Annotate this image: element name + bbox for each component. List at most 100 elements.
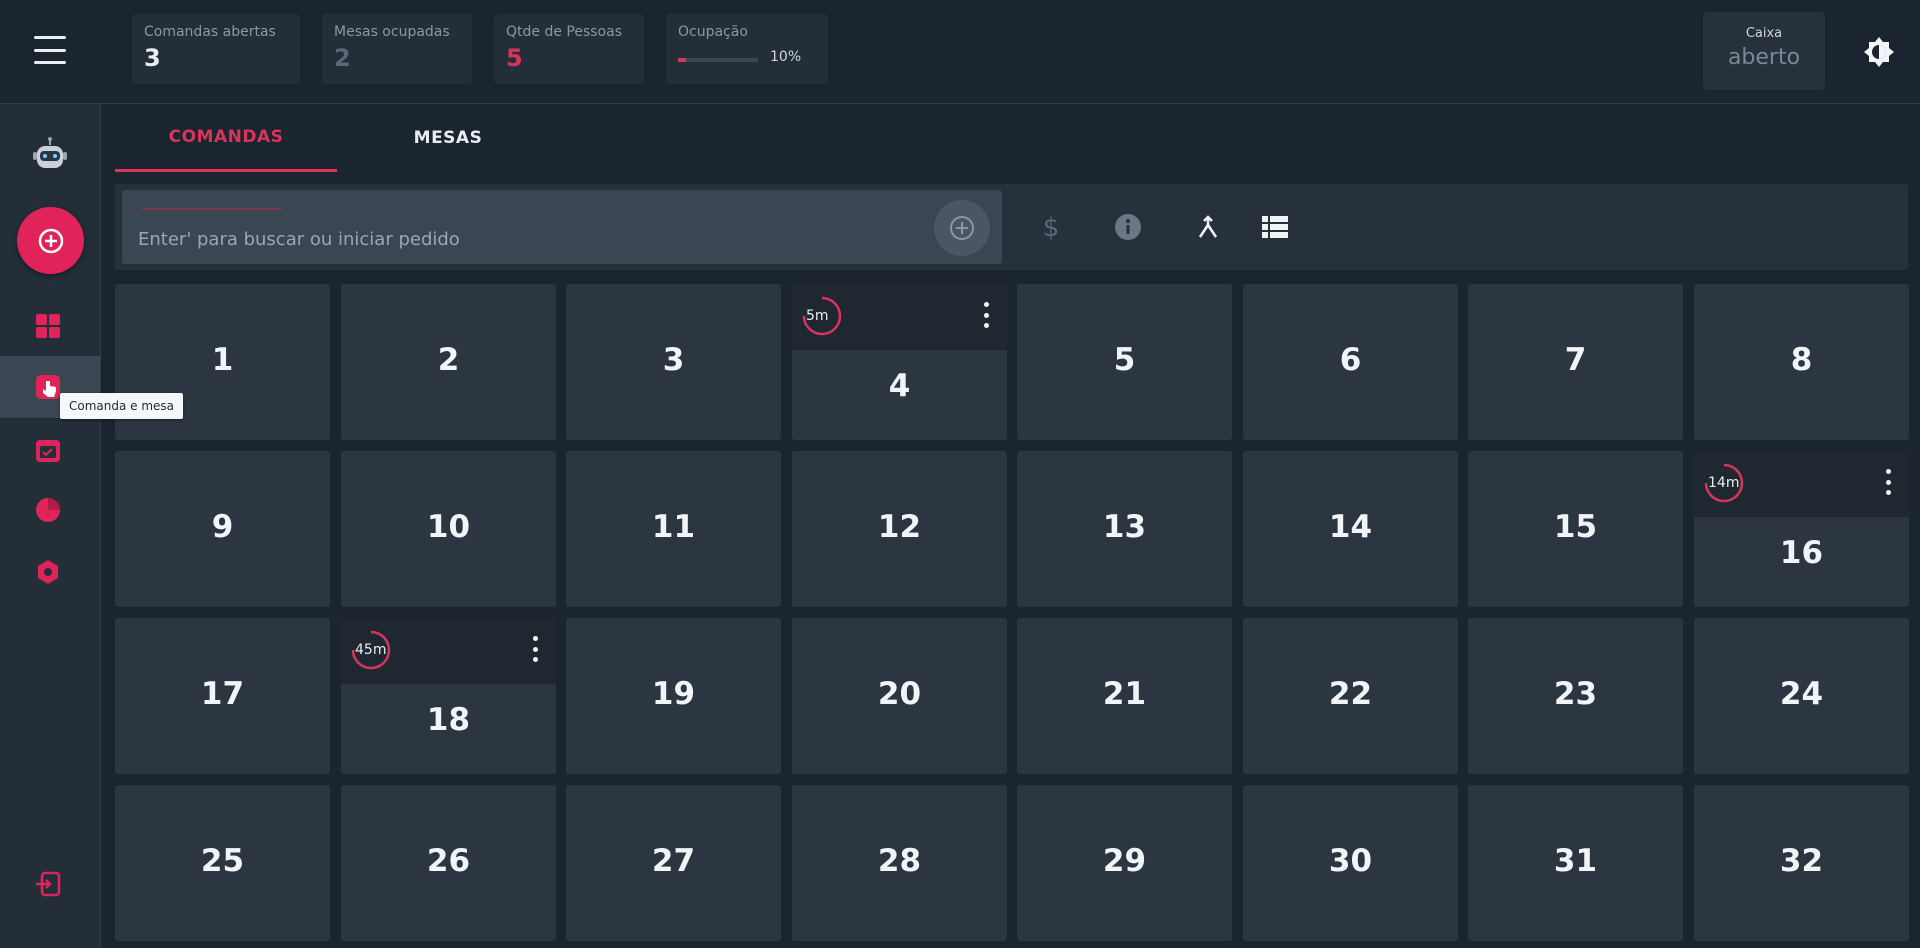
comanda-number: 21 xyxy=(1102,676,1147,712)
comanda-number: 1 xyxy=(211,342,234,378)
top-bar: Comandas abertas 3 Mesas ocupadas 2 Qtde… xyxy=(0,0,1920,104)
tab-mesas[interactable]: MESAS xyxy=(337,104,559,172)
comanda-card[interactable]: 27 xyxy=(566,785,781,941)
stat-label: Ocupação xyxy=(678,24,748,40)
comanda-card-header: 5m xyxy=(792,284,1007,350)
merge-icon[interactable] xyxy=(1193,212,1223,242)
search-add-button[interactable] xyxy=(934,200,990,256)
comanda-card[interactable]: 23 xyxy=(1468,618,1683,774)
theme-toggle-icon[interactable] xyxy=(1863,36,1895,68)
dashboard-icon[interactable] xyxy=(32,310,64,342)
more-options-icon[interactable] xyxy=(983,302,989,328)
comanda-card-open[interactable]: 14m 16 xyxy=(1694,451,1909,607)
comanda-card[interactable]: 26 xyxy=(341,785,556,941)
comanda-card[interactable]: 11 xyxy=(566,451,781,607)
comanda-card[interactable]: 10 xyxy=(341,451,556,607)
comanda-number: 32 xyxy=(1779,843,1824,879)
comanda-number: 27 xyxy=(651,843,696,879)
comanda-card[interactable]: 17 xyxy=(115,618,330,774)
comanda-card[interactable]: 8 xyxy=(1694,284,1909,440)
comanda-card[interactable]: 25 xyxy=(115,785,330,941)
search-input[interactable] xyxy=(136,224,920,254)
search-box xyxy=(122,190,1002,264)
comanda-number: 23 xyxy=(1553,676,1598,712)
comanda-number: 12 xyxy=(877,509,922,545)
caixa-status-value: aberto xyxy=(1727,45,1801,70)
occupancy-percent: 10% xyxy=(770,49,802,65)
stat-comandas-abertas: Comandas abertas 3 xyxy=(132,14,300,84)
stat-label: Comandas abertas xyxy=(144,24,276,40)
menu-icon[interactable] xyxy=(34,36,66,64)
comanda-card[interactable]: 20 xyxy=(792,618,1007,774)
stat-label: Qtde de Pessoas xyxy=(506,24,622,40)
comanda-card[interactable]: 7 xyxy=(1468,284,1683,440)
add-order-button[interactable] xyxy=(17,207,84,274)
comanda-card[interactable]: 28 xyxy=(792,785,1007,941)
comanda-number: 24 xyxy=(1779,676,1824,712)
calendar-icon[interactable] xyxy=(32,434,64,466)
comanda-card[interactable]: 19 xyxy=(566,618,781,774)
robot-avatar-icon[interactable] xyxy=(30,136,70,176)
tab-comandas[interactable]: COMANDAS xyxy=(115,104,337,172)
comanda-number: 17 xyxy=(200,676,245,712)
caixa-status[interactable]: Caixa aberto xyxy=(1703,12,1825,90)
more-options-icon[interactable] xyxy=(1885,469,1891,495)
comanda-number: 14 xyxy=(1328,509,1373,545)
stat-value: 3 xyxy=(144,44,161,72)
toolbar: $ xyxy=(115,184,1908,270)
comanda-card[interactable]: 12 xyxy=(792,451,1007,607)
svg-text:$: $ xyxy=(1043,213,1060,242)
comanda-number: 28 xyxy=(877,843,922,879)
comanda-number: 2 xyxy=(437,342,460,378)
comanda-card[interactable]: 5 xyxy=(1017,284,1232,440)
comanda-card[interactable]: 29 xyxy=(1017,785,1232,941)
plus-circle-icon xyxy=(950,216,974,240)
sidebar-tooltip: Comanda e mesa xyxy=(60,393,184,419)
comanda-card[interactable]: 2 xyxy=(341,284,556,440)
search-focus-indicator xyxy=(142,208,282,210)
comanda-card[interactable]: 21 xyxy=(1017,618,1232,774)
comanda-card[interactable]: 30 xyxy=(1243,785,1458,941)
logout-icon[interactable] xyxy=(32,868,64,900)
comanda-card[interactable]: 22 xyxy=(1243,618,1458,774)
comanda-number: 11 xyxy=(651,509,696,545)
comanda-number: 3 xyxy=(662,342,685,378)
comanda-number: 15 xyxy=(1553,509,1598,545)
comanda-card-open[interactable]: 5m 4 xyxy=(792,284,1007,440)
comanda-number: 31 xyxy=(1553,843,1598,879)
comanda-number: 29 xyxy=(1102,843,1147,879)
comanda-number: 7 xyxy=(1564,342,1587,378)
comanda-card[interactable]: 14 xyxy=(1243,451,1458,607)
info-icon[interactable] xyxy=(1113,212,1143,242)
stat-mesas-ocupadas: Mesas ocupadas 2 xyxy=(322,14,472,84)
comanda-card[interactable]: 15 xyxy=(1468,451,1683,607)
elapsed-time: 5m xyxy=(806,308,829,324)
comanda-card[interactable]: 6 xyxy=(1243,284,1458,440)
more-options-icon[interactable] xyxy=(532,636,538,662)
comanda-card[interactable]: 9 xyxy=(115,451,330,607)
comanda-number: 26 xyxy=(426,843,471,879)
comanda-card[interactable]: 13 xyxy=(1017,451,1232,607)
stat-value: 2 xyxy=(334,44,351,72)
dollar-icon[interactable]: $ xyxy=(1036,212,1066,242)
comanda-number: 20 xyxy=(877,676,922,712)
comanda-card[interactable]: 31 xyxy=(1468,785,1683,941)
caixa-label: Caixa xyxy=(1745,26,1783,41)
comanda-card[interactable]: 24 xyxy=(1694,618,1909,774)
comanda-card[interactable]: 32 xyxy=(1694,785,1909,941)
comanda-number: 10 xyxy=(426,509,471,545)
stat-qtde-pessoas: Qtde de Pessoas 5 xyxy=(494,14,644,84)
settings-icon[interactable] xyxy=(32,556,64,588)
list-view-icon[interactable] xyxy=(1260,212,1290,242)
comanda-number: 16 xyxy=(1779,535,1824,571)
comanda-card[interactable]: 3 xyxy=(566,284,781,440)
comanda-number: 13 xyxy=(1102,509,1147,545)
comanda-card-open[interactable]: 45m 18 xyxy=(341,618,556,774)
stat-label: Mesas ocupadas xyxy=(334,24,450,40)
occupancy-bar xyxy=(678,58,758,62)
comanda-card-header: 14m xyxy=(1694,451,1909,517)
occupancy-bar-fill xyxy=(678,58,686,62)
comanda-number: 5 xyxy=(1113,342,1136,378)
main-content: COMANDAS MESAS $ xyxy=(101,104,1920,948)
pie-chart-icon[interactable] xyxy=(32,494,64,526)
